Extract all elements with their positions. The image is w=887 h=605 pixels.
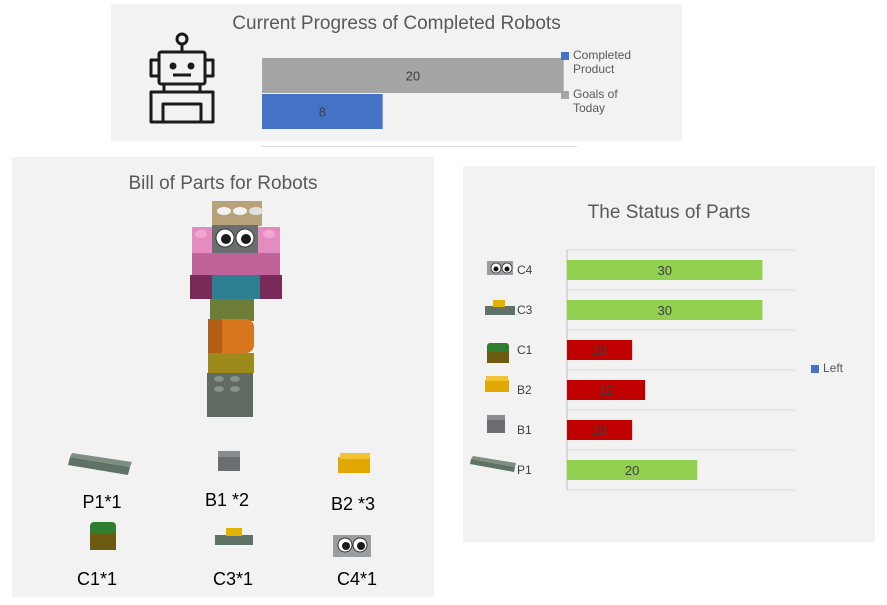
part-icons — [68, 451, 371, 557]
legend-completed: Completed Product — [561, 48, 631, 76]
status-chart: 30 C4 30 C3 10 C1 12 B2 10 B1 20 P1 — [517, 249, 795, 491]
legend-swatch-goal — [561, 91, 569, 99]
part-label-c4: C4*1 — [336, 569, 378, 589]
legend-goal-line2: Today — [573, 101, 606, 115]
category-label: C4 — [517, 263, 533, 277]
yellow-brick-icon — [338, 453, 370, 473]
legend-swatch-completed — [561, 52, 569, 60]
category-label: B1 — [517, 423, 532, 437]
progress-bar-label: 8 — [319, 105, 326, 120]
status-bar-label: 30 — [657, 303, 671, 318]
part-label-c3: C3*1 — [212, 569, 254, 589]
bom-panel: Bill of Parts for Robots P1*1 B1 *2 B2 *… — [12, 157, 434, 597]
status-bar-label: 30 — [657, 263, 671, 278]
part-label-b2: B2 *3 — [330, 494, 376, 514]
status-bar-label: 10 — [592, 423, 606, 438]
legend-goal: Goals of Today — [561, 87, 618, 115]
legend-completed-line1: Completed — [573, 48, 632, 62]
category-label: C1 — [517, 343, 533, 357]
part-label-c1: C1*1 — [76, 569, 118, 589]
status-bar-label: 10 — [592, 343, 606, 358]
progress-axis-line — [262, 146, 577, 147]
status-bar-label: 20 — [625, 463, 639, 478]
status-bar-label: 12 — [599, 383, 613, 398]
legend-goal-line1: Goals of — [573, 87, 618, 101]
legend-left-label: Left — [823, 361, 844, 375]
category-label: C3 — [517, 303, 533, 317]
category-label: P1 — [517, 463, 532, 477]
progress-panel: Current Progress of Completed Robots 20 8… — [111, 4, 682, 141]
long-gray-plate-icon — [68, 453, 132, 475]
green-slope-brick-icon — [90, 522, 116, 550]
part-label-p1: P1*1 — [82, 492, 122, 512]
status-panel: The Status of Parts 30 C4 30 C3 10 C1 12… — [463, 166, 875, 542]
gray-yellow-plate-icon — [215, 528, 253, 545]
eyes-brick-icon — [333, 535, 371, 557]
legend-swatch-left — [811, 365, 819, 373]
legend-completed-line2: Product — [573, 62, 615, 76]
part-label-b1: B1 *2 — [204, 490, 250, 510]
category-label: B2 — [517, 383, 532, 397]
gray-brick-icon — [218, 451, 240, 471]
progress-bar-label: 20 — [406, 69, 420, 84]
legend-left: Left — [811, 361, 843, 375]
